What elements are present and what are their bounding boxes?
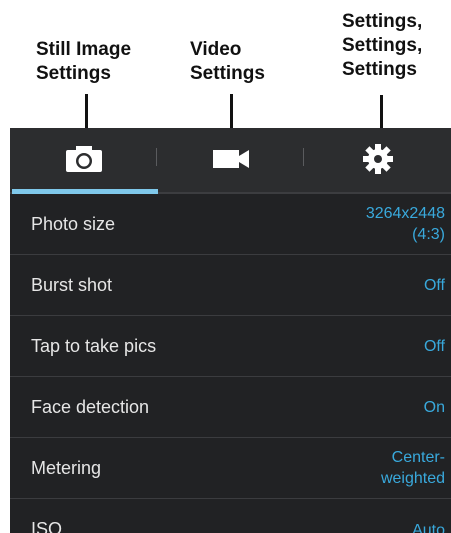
setting-label: Face detection — [31, 396, 150, 417]
setting-value: Center- weighted — [380, 449, 445, 487]
setting-label: ISO — [31, 519, 63, 533]
callout-still-image-settings: Still Image Settings — [36, 39, 132, 84]
callout-video-settings: Video Settings — [190, 39, 265, 84]
video-camera-icon — [211, 147, 251, 176]
callout-general-settings: Settings, Settings, Settings — [342, 11, 423, 80]
setting-value: 3264x2448 (4:3) — [365, 205, 445, 243]
setting-row-photo-size[interactable]: Photo size 3264x2448 (4:3) — [10, 194, 451, 255]
tab-still-image-settings[interactable] — [10, 128, 157, 194]
setting-value: Auto — [412, 522, 445, 533]
gear-icon — [362, 143, 394, 180]
settings-tab-bar — [10, 128, 451, 194]
setting-value: Off — [423, 276, 445, 294]
setting-label: Metering — [31, 457, 102, 478]
setting-value: Off — [423, 337, 445, 355]
setting-label: Photo size — [31, 213, 116, 234]
setting-row-face-detection[interactable]: Face detection On — [10, 377, 451, 438]
tab-video-settings[interactable] — [157, 128, 304, 194]
camera-icon — [64, 144, 104, 179]
tab-general-settings[interactable] — [304, 128, 451, 194]
setting-label: Burst shot — [31, 274, 113, 295]
setting-row-tap-to-take-pics[interactable]: Tap to take pics Off — [10, 316, 451, 377]
camera-settings-screen: Photo size 3264x2448 (4:3) Burst shot Of… — [10, 128, 451, 533]
setting-row-burst-shot[interactable]: Burst shot Off — [10, 255, 451, 316]
setting-label: Tap to take pics — [31, 335, 157, 356]
setting-value: On — [423, 398, 445, 416]
setting-row-metering[interactable]: Metering Center- weighted — [10, 438, 451, 499]
settings-list: Photo size 3264x2448 (4:3) Burst shot Of… — [10, 194, 451, 533]
setting-row-iso[interactable]: ISO Auto — [10, 499, 451, 533]
